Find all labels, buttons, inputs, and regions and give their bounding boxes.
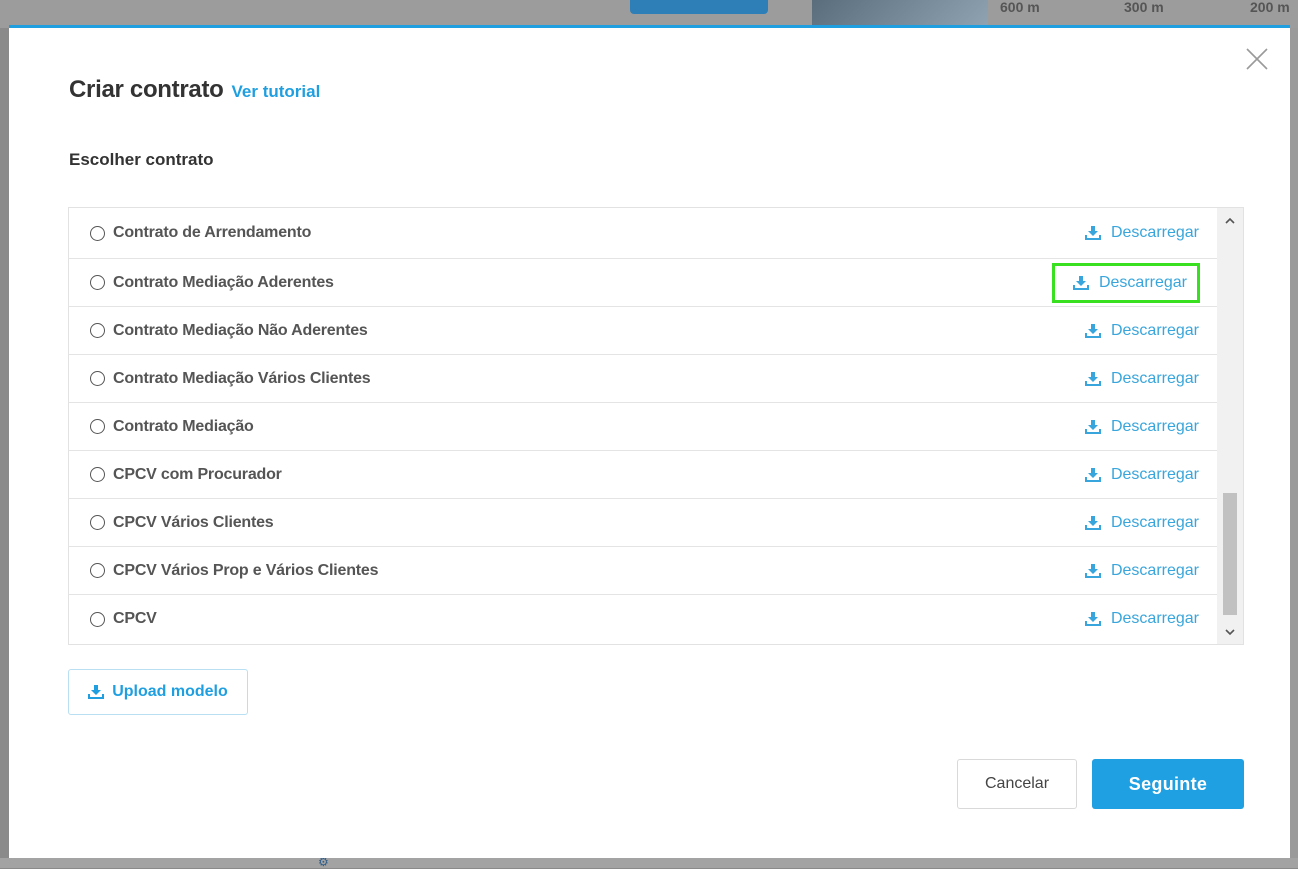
contract-row[interactable]: CPCV com Procurador Descarregar [69,451,1217,499]
contract-list: Contrato de Arrendamento Descarregar Contr… [68,207,1244,645]
download-icon [1084,371,1101,386]
next-button[interactable]: Seguinte [1092,759,1244,809]
download-link[interactable]: Descarregar [1079,364,1205,394]
download-label: Descarregar [1110,465,1199,483]
contract-label: CPCV com Procurador [113,465,282,483]
tutorial-link[interactable]: Ver tutorial [232,82,321,102]
download-icon [1084,515,1101,530]
download-label: Descarregar [1110,224,1199,241]
section-title: Escolher contrato [69,150,214,169]
contract-rows: Contrato de Arrendamento Descarregar Contr… [69,208,1217,643]
download-link[interactable]: Descarregar [1079,556,1205,586]
close-icon[interactable] [1244,46,1270,72]
download-link[interactable]: Descarregar [1051,262,1201,303]
download-icon [1084,419,1101,434]
background-button [630,0,768,14]
download-icon [1084,323,1101,338]
download-label: Descarregar [1110,369,1199,387]
contract-radio[interactable] [90,515,105,530]
contract-label: CPCV [113,610,157,627]
modal-header: Criar contrato Ver tutorial [69,76,320,104]
download-icon [1084,563,1101,578]
background-map-tile [812,0,988,28]
scrollbar-thumb[interactable] [1223,493,1237,615]
background-footer [0,858,1298,868]
contract-row[interactable]: Contrato Mediação Não Aderentes Descarreg… [69,307,1217,355]
contract-radio[interactable] [90,275,105,290]
contract-radio[interactable] [90,611,105,627]
contract-row[interactable]: CPCV Vários Prop e Vários Clientes Descar… [69,547,1217,595]
download-icon [1072,275,1089,290]
modal-title: Criar contrato [69,76,224,103]
download-icon [1084,612,1101,626]
scroll-down-arrow-icon[interactable] [1217,622,1243,642]
map-scale-label: 200 m [1250,0,1290,15]
contract-row[interactable]: Contrato Mediação Aderentes Descarregar [69,259,1217,307]
contract-label: Contrato Mediação Não Aderentes [113,321,368,339]
download-link[interactable]: Descarregar [1079,460,1205,490]
contract-radio[interactable] [90,225,105,241]
download-label: Descarregar [1110,610,1199,627]
download-icon [1084,467,1101,482]
contract-radio[interactable] [90,563,105,578]
download-label: Descarregar [1110,561,1199,579]
cancel-button[interactable]: Cancelar [957,759,1077,809]
contract-row[interactable]: Contrato de Arrendamento Descarregar [69,208,1217,259]
download-link[interactable]: Descarregar [1079,604,1205,634]
background-edge [1290,28,1298,858]
upload-model-label: Upload modelo [112,683,228,700]
download-link[interactable]: Descarregar [1079,412,1205,442]
download-link[interactable]: Descarregar [1079,316,1205,346]
scrollbar[interactable] [1217,208,1243,644]
scroll-up-arrow-icon[interactable] [1217,210,1243,230]
contract-label: Contrato Mediação Vários Clientes [113,369,371,387]
contract-row[interactable]: Contrato Mediação Descarregar [69,403,1217,451]
contract-radio[interactable] [90,323,105,338]
contract-row[interactable]: Contrato Mediação Vários Clientes Descarr… [69,355,1217,403]
create-contract-modal: Criar contrato Ver tutorial Escolher con… [9,25,1290,858]
map-scale-label: 300 m [1124,0,1164,15]
contract-radio[interactable] [90,467,105,482]
download-label: Descarregar [1110,417,1199,435]
download-label: Descarregar [1110,321,1199,339]
contract-row[interactable]: CPCV Vários Clientes Descarregar [69,499,1217,547]
contract-label: Contrato Mediação Aderentes [113,273,334,291]
download-link[interactable]: Descarregar [1079,218,1205,248]
contract-label: Contrato de Arrendamento [113,224,312,241]
contract-row[interactable]: CPCV Descarregar [69,595,1217,643]
contract-radio[interactable] [90,419,105,434]
contract-label: CPCV Vários Clientes [113,513,274,531]
download-label: Descarregar [1110,513,1199,531]
contract-radio[interactable] [90,371,105,386]
download-link[interactable]: Descarregar [1079,508,1205,538]
contract-label: Contrato Mediação [113,417,254,435]
download-icon [88,685,105,699]
map-scale-label: 600 m [1000,0,1040,15]
download-icon [1084,226,1101,240]
download-label: Descarregar [1098,273,1187,291]
upload-model-button[interactable]: Upload modelo [68,669,248,715]
contract-label: CPCV Vários Prop e Vários Clientes [113,561,379,579]
